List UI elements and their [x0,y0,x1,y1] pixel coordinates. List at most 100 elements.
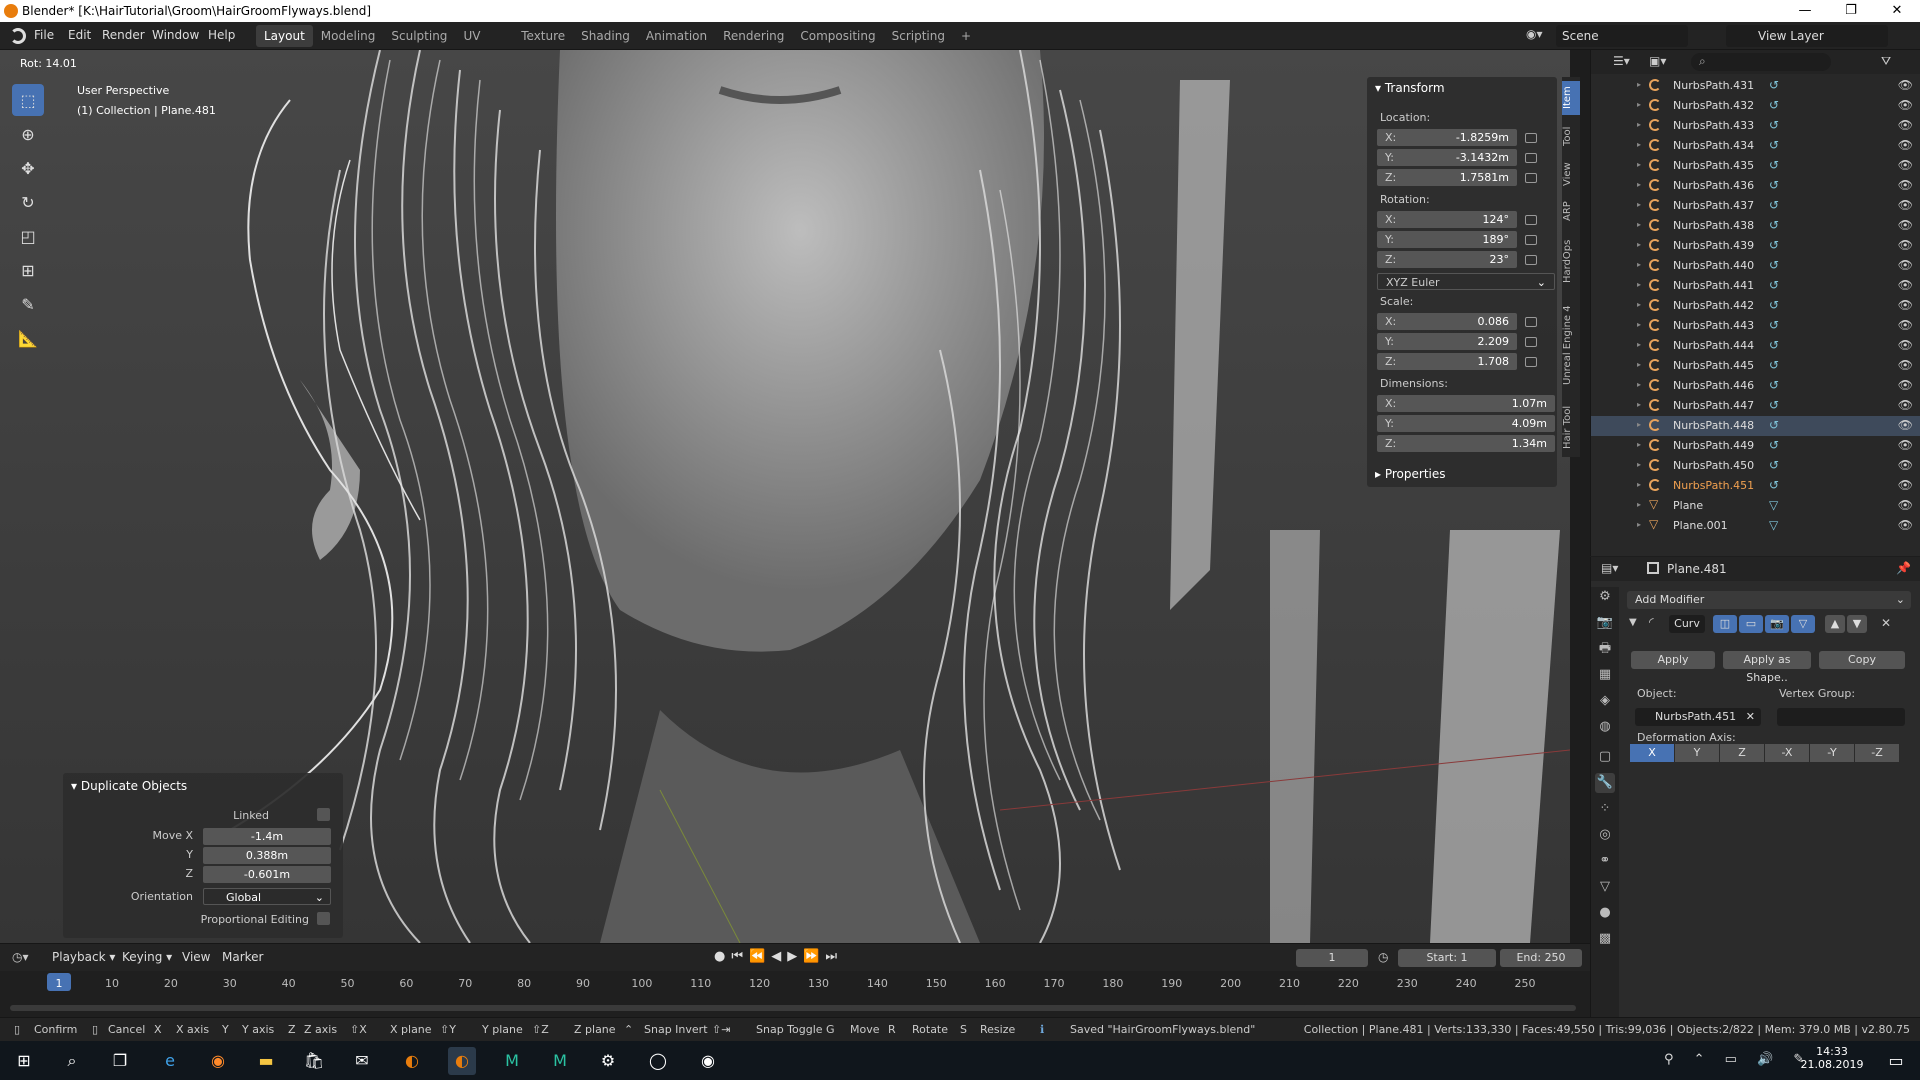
transform-tool-icon[interactable]: ⊞ [12,254,44,286]
close-button[interactable]: ✕ [1874,0,1920,22]
expand-arrow-icon[interactable]: ▸ [1637,100,1641,109]
move-x-field[interactable]: -1.4m [203,828,331,845]
menu-render[interactable]: Render [102,28,145,42]
tab-workspace-shading[interactable]: Shading [573,25,638,47]
scale-z-field[interactable]: Z: 1.708 [1377,353,1517,370]
transform-header[interactable]: ▾ Transform [1375,81,1445,95]
axis-neg-x-button[interactable]: -X [1765,744,1809,762]
app-camera-icon[interactable]: ◉ [694,1047,722,1075]
expand-arrow-icon[interactable]: ▸ [1637,180,1641,189]
curve-data-icon[interactable]: ↺ [1769,118,1779,132]
edit-mode-toggle-icon[interactable]: ◫ [1713,615,1737,633]
data-tab-icon[interactable]: ▽ [1595,877,1615,897]
move-z-field[interactable]: -0.601m [203,866,331,883]
outliner-row[interactable]: ▸ NurbsPath.446 ↺ 👁 [1591,376,1920,396]
tab-workspace-scripting[interactable]: Scripting [884,25,953,47]
tab-workspace-layout[interactable]: Layout [256,25,313,47]
location-y-field[interactable]: Y: -3.1432m [1377,149,1517,166]
physics-tab-icon[interactable]: ◎ [1595,825,1615,845]
axis-y-button[interactable]: Y [1675,744,1719,762]
expand-arrow-icon[interactable]: ▸ [1637,460,1641,469]
outliner-row[interactable]: ▸ NurbsPath.443 ↺ 👁 [1591,316,1920,336]
display-mode-icon[interactable]: ☰▾ [1613,54,1630,68]
texture-tab-icon[interactable]: ▩ [1595,929,1615,949]
task-view-icon[interactable]: ❐ [106,1047,134,1075]
apply-button[interactable]: Apply [1631,651,1715,669]
scene-selector[interactable]: Scene [1556,25,1688,47]
expand-arrow-icon[interactable]: ▸ [1637,500,1641,509]
prev-keyframe-icon[interactable]: ⏪ [749,949,771,964]
constraints-tab-icon[interactable]: ⚭ [1595,851,1615,871]
visibility-eye-icon[interactable]: 👁 [1898,518,1913,532]
record-icon[interactable]: ● [714,949,731,964]
curve-data-icon[interactable]: ↺ [1769,78,1779,92]
windows-start-icon[interactable]: ⊞ [10,1047,38,1075]
outliner-row[interactable]: ▸ NurbsPath.442 ↺ 👁 [1591,296,1920,316]
move-up-icon[interactable]: ▲ [1825,615,1845,633]
tab-view[interactable]: View [1562,157,1580,191]
expand-arrow-icon[interactable]: ▸ [1637,200,1641,209]
cage-toggle-icon[interactable]: ▽ [1791,615,1815,633]
visibility-eye-icon[interactable]: 👁 [1898,478,1913,492]
jump-end-icon[interactable]: ⏭ [825,949,843,964]
vertex-group-field[interactable] [1777,708,1905,726]
lock-icon[interactable] [1525,357,1537,367]
move-tool-icon[interactable]: ✥ [12,152,44,184]
apply-as-shape-button[interactable]: Apply as Shape.. [1723,651,1811,684]
select-box-tool-icon[interactable]: ⬚ [12,84,44,116]
axis-x-button[interactable]: X [1630,744,1674,762]
render-toggle-icon[interactable]: 📷 [1765,615,1789,633]
lock-icon[interactable] [1525,173,1537,183]
rotation-mode-dropdown[interactable]: XYZ Euler ⌄ [1377,273,1555,290]
curve-data-icon[interactable]: ↺ [1769,258,1779,272]
expand-arrow-icon[interactable]: ▸ [1637,160,1641,169]
tab-workspace-modeling[interactable]: Modeling [313,25,384,47]
location-z-field[interactable]: Z: 1.7581m [1377,169,1517,186]
modifier-name-input[interactable]: Curv [1669,615,1705,633]
axis-neg-y-button[interactable]: -Y [1810,744,1854,762]
outliner-row[interactable]: ▸ NurbsPath.432 ↺ 👁 [1591,96,1920,116]
tab-hardops[interactable]: HardOps [1562,231,1580,291]
tab-unreal-engine-4[interactable]: Unreal Engine 4 [1562,295,1580,395]
outliner-row[interactable]: ▸ NurbsPath.445 ↺ 👁 [1591,356,1920,376]
axis-neg-z-button[interactable]: -Z [1855,744,1899,762]
lock-icon[interactable] [1525,133,1537,143]
expand-arrow-icon[interactable]: ▸ [1637,360,1641,369]
curve-data-icon[interactable]: ↺ [1769,138,1779,152]
tab-item[interactable]: Item [1562,81,1580,115]
outliner-row[interactable]: ▸ NurbsPath.447 ↺ 👁 [1591,396,1920,416]
visibility-eye-icon[interactable]: 👁 [1898,418,1913,432]
file-explorer-icon[interactable]: ▬ [252,1047,280,1075]
outliner-row[interactable]: ▸ NurbsPath.431 ↺ 👁 [1591,76,1920,96]
expand-arrow-icon[interactable]: ▸ [1637,240,1641,249]
keying-menu[interactable]: Keying ▾ [122,950,172,964]
location-x-field[interactable]: X: -1.8259m [1377,129,1517,146]
menu-file[interactable]: File [34,28,54,42]
expand-arrow-icon[interactable]: ▸ [1637,520,1641,529]
render-tab-icon[interactable]: 📷 [1595,613,1615,633]
visibility-eye-icon[interactable]: 👁 [1898,398,1913,412]
end-frame-field[interactable]: End: 250 [1500,949,1582,967]
object-tab-icon[interactable]: ▢ [1595,747,1615,767]
tab-workspace-uv-editing[interactable]: UV Editing [455,25,513,65]
blender-app-icon[interactable]: ◐ [398,1047,426,1075]
add-modifier-dropdown[interactable]: Add Modifier ⌄ [1627,591,1911,609]
move-y-field[interactable]: 0.388m [203,847,331,864]
scale-x-field[interactable]: X: 0.086 [1377,313,1517,330]
tab-workspace-sculpting[interactable]: Sculpting [383,25,455,47]
menu-edit[interactable]: Edit [68,28,91,42]
dimensions-z-field[interactable]: Z: 1.34m [1377,435,1555,452]
curve-data-icon[interactable]: ↺ [1769,338,1779,352]
restore-button[interactable]: ❐ [1828,0,1874,22]
outliner-row[interactable]: ▸ NurbsPath.441 ↺ 👁 [1591,276,1920,296]
remove-modifier-icon[interactable]: ✕ [1881,616,1891,630]
scene-tab-icon[interactable]: ◈ [1595,691,1615,711]
outliner-row[interactable]: ▸ NurbsPath.437 ↺ 👁 [1591,196,1920,216]
visibility-eye-icon[interactable]: 👁 [1898,498,1913,512]
output-tab-icon[interactable]: 🖶 [1595,639,1615,659]
dimensions-y-field[interactable]: Y: 4.09m [1377,415,1555,432]
tab-workspace-texture-paint[interactable]: Texture Paint [513,25,573,65]
app-m-icon[interactable]: M [498,1047,526,1075]
visibility-eye-icon[interactable]: 👁 [1898,458,1913,472]
move-down-icon[interactable]: ▼ [1847,615,1867,633]
